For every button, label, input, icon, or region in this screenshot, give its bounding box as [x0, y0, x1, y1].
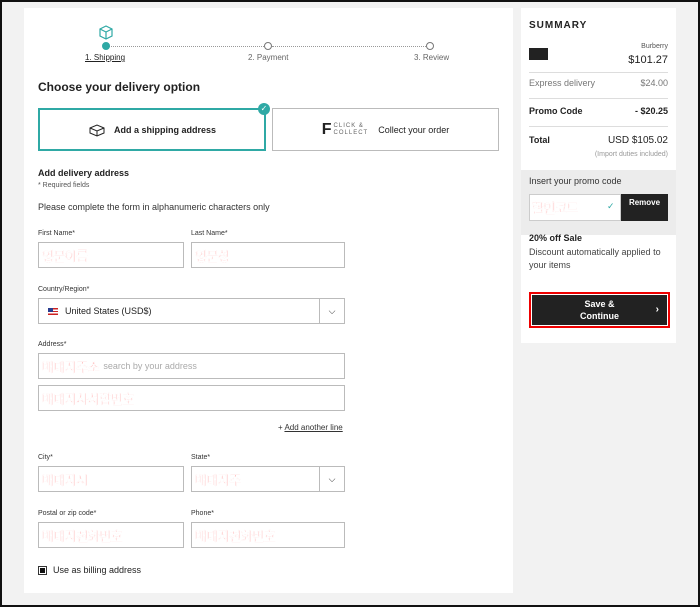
phone-value: 배대지전화번호 — [195, 528, 276, 544]
sale-title: 20% off Sale — [529, 233, 583, 243]
first-name-label: First Name* — [38, 230, 75, 237]
address-section-title: Add delivery address — [38, 168, 130, 178]
checkout-main-panel: 1. Shipping 2. Payment 3. Review Choose … — [24, 8, 513, 593]
state-select[interactable]: 배대지주 ⌵ — [191, 466, 345, 492]
add-line-label: Add another line — [284, 423, 343, 432]
promo-code-area: Insert your promo code 할인코드 ✓ Remove — [521, 170, 676, 235]
required-note: * Required fields — [38, 182, 90, 189]
save-label-2: Continue — [580, 311, 619, 321]
step-dot-payment — [264, 42, 272, 50]
express-delivery-row: Express delivery $24.00 — [529, 78, 668, 88]
shipping-option-label: Add a shipping address — [113, 124, 216, 135]
city-label: City* — [38, 454, 53, 461]
country-label: Country/Region* — [38, 286, 90, 293]
promo-value: - $20.25 — [634, 106, 668, 116]
promo-label: Promo Code — [529, 106, 583, 116]
us-flag-icon — [48, 307, 58, 315]
step-payment[interactable]: 2. Payment — [248, 53, 288, 62]
promo-input-label: Insert your promo code — [529, 176, 622, 186]
package-icon — [89, 123, 105, 137]
box-icon — [99, 25, 113, 40]
address-line2-value: 배대지사서함번호 — [42, 391, 135, 407]
total-label: Total — [529, 135, 550, 145]
phone-label: Phone* — [191, 510, 214, 517]
promo-code-row: Promo Code - $20.25 — [529, 106, 668, 116]
address-line2-field[interactable]: 배대지사서함번호 — [38, 385, 345, 411]
checkbox-icon[interactable] — [38, 565, 47, 575]
postal-label: Postal or zip code* — [38, 510, 97, 517]
divider — [529, 98, 668, 99]
step-review[interactable]: 3. Review — [414, 53, 449, 62]
duty-note: (Import duties included) — [594, 151, 668, 158]
promo-code-value: 할인코드 — [532, 201, 579, 216]
phone-field[interactable]: 배대지전화번호 — [191, 522, 345, 548]
country-select[interactable]: United States (USD$) ⌵ — [38, 298, 345, 324]
last-name-value: 영문성 — [195, 248, 230, 264]
check-icon: ✓ — [607, 201, 615, 211]
collect-option-label: Collect your order — [378, 124, 450, 135]
state-label: State* — [191, 454, 211, 461]
delivery-option-title: Choose your delivery option — [38, 80, 201, 94]
product-brand: Burberry — [641, 43, 668, 50]
summary-title: SUMMARY — [529, 20, 588, 31]
add-another-line-link[interactable]: + Add another line — [278, 423, 343, 432]
click-collect-logo: F CLICK & COLLECT — [322, 121, 368, 139]
divider — [529, 126, 668, 127]
city-value: 배대지시 — [42, 472, 89, 488]
product-price: $101.27 — [628, 54, 668, 66]
step-shipping[interactable]: 1. Shipping — [85, 53, 125, 62]
state-value: 배대지주 — [195, 472, 242, 488]
total-value: USD $105.02 — [607, 135, 668, 146]
shipping-address-option[interactable]: Add a shipping address ✓ — [38, 103, 270, 151]
chevron-down-icon[interactable]: ⌵ — [319, 467, 344, 491]
billing-label: Use as billing address — [53, 565, 142, 575]
country-value: United States (USD$) — [65, 306, 152, 316]
first-name-value: 영문이름 — [42, 248, 89, 264]
total-row: Total USD $105.02 — [529, 135, 668, 146]
express-label: Express delivery — [529, 78, 596, 88]
step-dot-shipping — [102, 42, 110, 50]
product-thumbnail — [529, 48, 548, 60]
step-dot-review — [426, 42, 434, 50]
chevron-down-icon[interactable]: ⌵ — [319, 299, 344, 323]
save-continue-button[interactable]: Save & Continue › — [532, 295, 667, 325]
billing-address-checkbox[interactable]: Use as billing address — [38, 565, 141, 575]
sale-description: Discount automatically applied to your i… — [529, 247, 661, 270]
check-icon: ✓ — [258, 103, 270, 115]
last-name-field[interactable]: 영문성 — [191, 242, 345, 268]
cc-logo-line1: CLICK & — [333, 122, 364, 129]
plus-icon: + — [278, 423, 283, 432]
click-collect-f-icon: F — [321, 120, 332, 138]
address-value: 배대지주소 — [42, 359, 100, 375]
last-name-label: Last Name* — [191, 230, 228, 237]
checkout-stepper: 1. Shipping 2. Payment 3. Review — [24, 8, 513, 78]
city-field[interactable]: 배대지시 — [38, 466, 184, 492]
postal-value: 배대지전화번호 — [42, 528, 123, 544]
divider — [529, 72, 668, 73]
order-summary-panel: SUMMARY Burberry $101.27 Express deliver… — [521, 8, 676, 343]
address-label: Address* — [38, 341, 67, 348]
address-placeholder: search by your address — [103, 361, 197, 371]
postal-field[interactable]: 배대지전화번호 — [38, 522, 184, 548]
cc-logo-line2: COLLECT — [333, 129, 369, 136]
remove-promo-button[interactable]: Remove — [621, 194, 668, 221]
save-continue-highlight: Save & Continue › — [529, 292, 670, 328]
first-name-field[interactable]: 영문이름 — [38, 242, 184, 268]
step-connector — [109, 46, 266, 47]
click-collect-option[interactable]: F CLICK & COLLECT Collect your order — [272, 108, 499, 151]
chevron-right-icon: › — [655, 304, 659, 315]
address-field[interactable]: 배대지주소 search by your address — [38, 353, 345, 379]
express-value: $24.00 — [640, 78, 668, 88]
step-connector — [272, 46, 428, 47]
form-hint: Please complete the form in alphanumeric… — [38, 202, 270, 212]
save-label-1: Save & — [584, 299, 615, 309]
